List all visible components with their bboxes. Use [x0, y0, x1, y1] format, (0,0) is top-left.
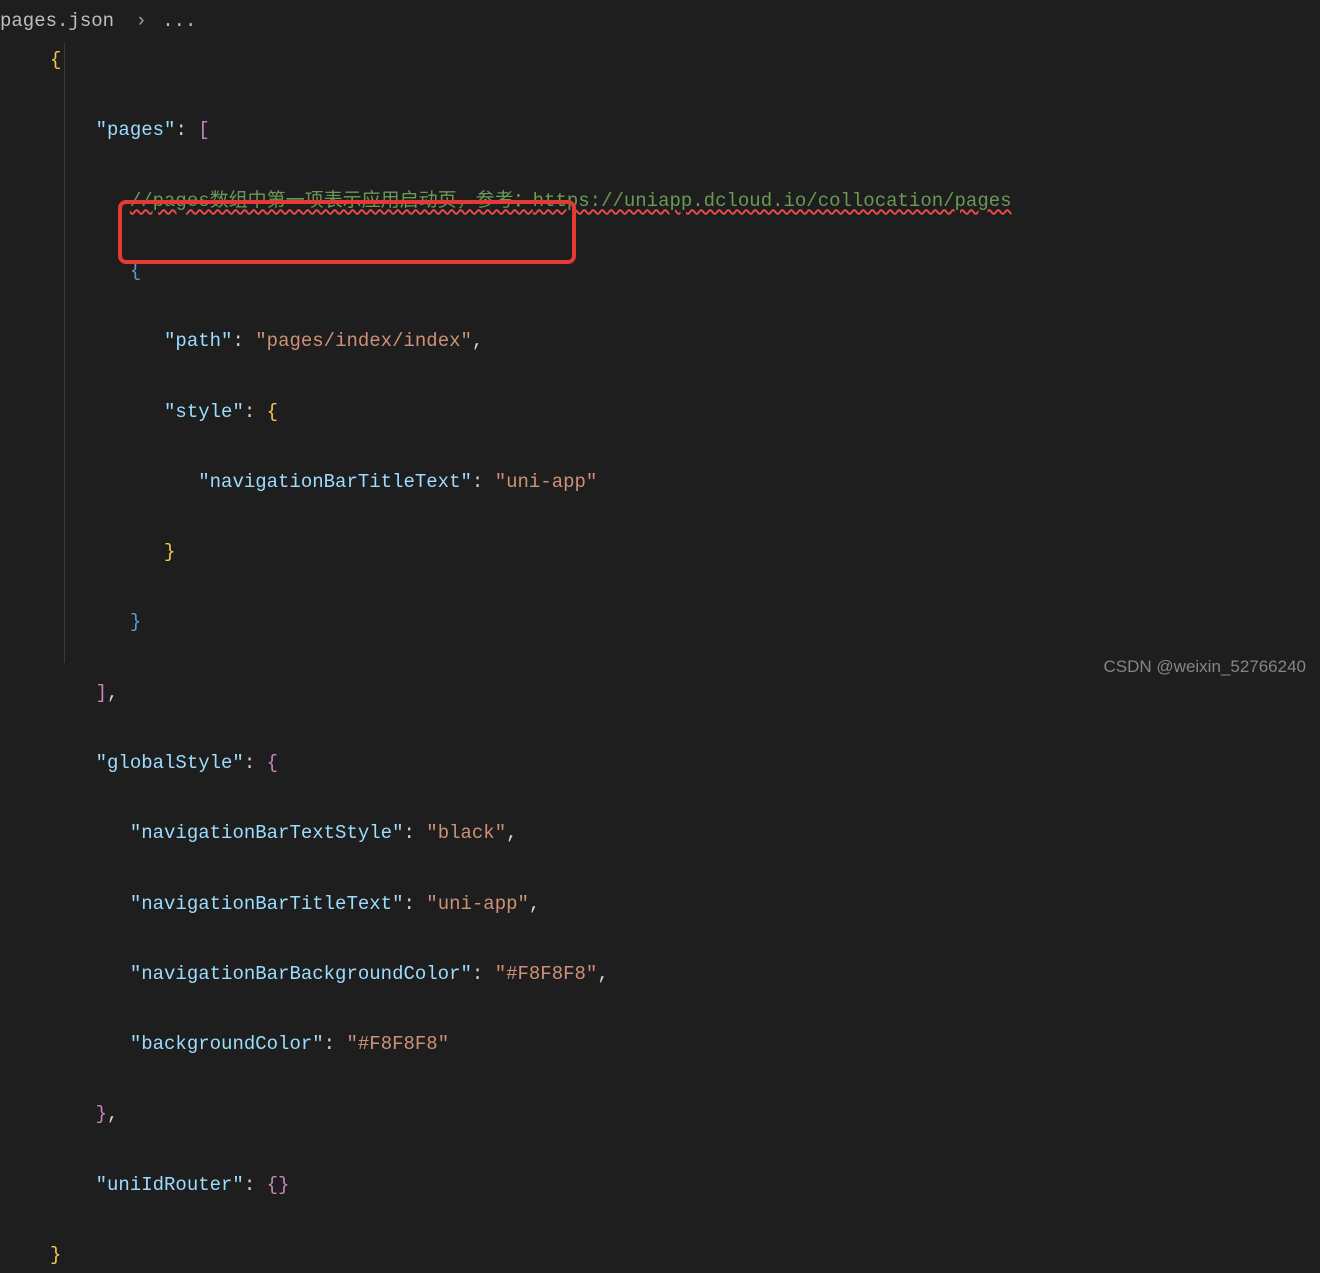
key-globalstyle: "globalStyle"	[96, 752, 244, 774]
comment-text: //pages数组中第一项表示应用启动页，参考：	[130, 190, 533, 212]
close-brace-obj: }	[130, 611, 141, 633]
key-style: "style"	[164, 401, 244, 423]
comment-link[interactable]: https://uniapp.dcloud.io/collocation/pag…	[533, 190, 1012, 212]
chevron-right-icon: ›	[135, 4, 146, 39]
key-navtextstyle: "navigationBarTextStyle"	[130, 822, 404, 844]
watermark: CSDN @weixin_52766240	[1104, 651, 1306, 682]
key-navtitle: "navigationBarTitleText"	[198, 471, 472, 493]
val-black: "black"	[426, 822, 506, 844]
key-navbg: "navigationBarBackgroundColor"	[130, 963, 472, 985]
key-pages: "pages"	[96, 119, 176, 141]
key-uniid: "uniIdRouter"	[96, 1174, 244, 1196]
open-brace-style: {	[267, 401, 278, 423]
open-brace-global: {	[267, 752, 278, 774]
breadcrumb-file[interactable]: pages.json	[0, 10, 114, 32]
key-navtitle2: "navigationBarTitleText"	[130, 893, 404, 915]
close-brace-style: }	[164, 541, 175, 563]
empty-obj: {}	[267, 1174, 290, 1196]
open-brace: {	[50, 49, 61, 71]
breadcrumb-rest[interactable]: ...	[162, 10, 196, 32]
val-f8-1: "#F8F8F8"	[495, 963, 598, 985]
val-uniapp2: "uni-app"	[426, 893, 529, 915]
val-f8-2: "#F8F8F8"	[346, 1033, 449, 1055]
indent-guide	[64, 43, 65, 663]
open-bracket: [	[198, 119, 209, 141]
close-bracket: ]	[96, 682, 107, 704]
breadcrumb: pages.json › ...	[0, 0, 1320, 41]
close-brace-global: }	[96, 1103, 107, 1125]
val-uniapp: "uni-app"	[495, 471, 598, 493]
open-brace-obj: {	[130, 260, 141, 282]
val-path: "pages/index/index"	[255, 330, 472, 352]
close-brace: }	[50, 1244, 61, 1266]
key-bgcolor: "backgroundColor"	[130, 1033, 324, 1055]
key-path: "path"	[164, 330, 232, 352]
